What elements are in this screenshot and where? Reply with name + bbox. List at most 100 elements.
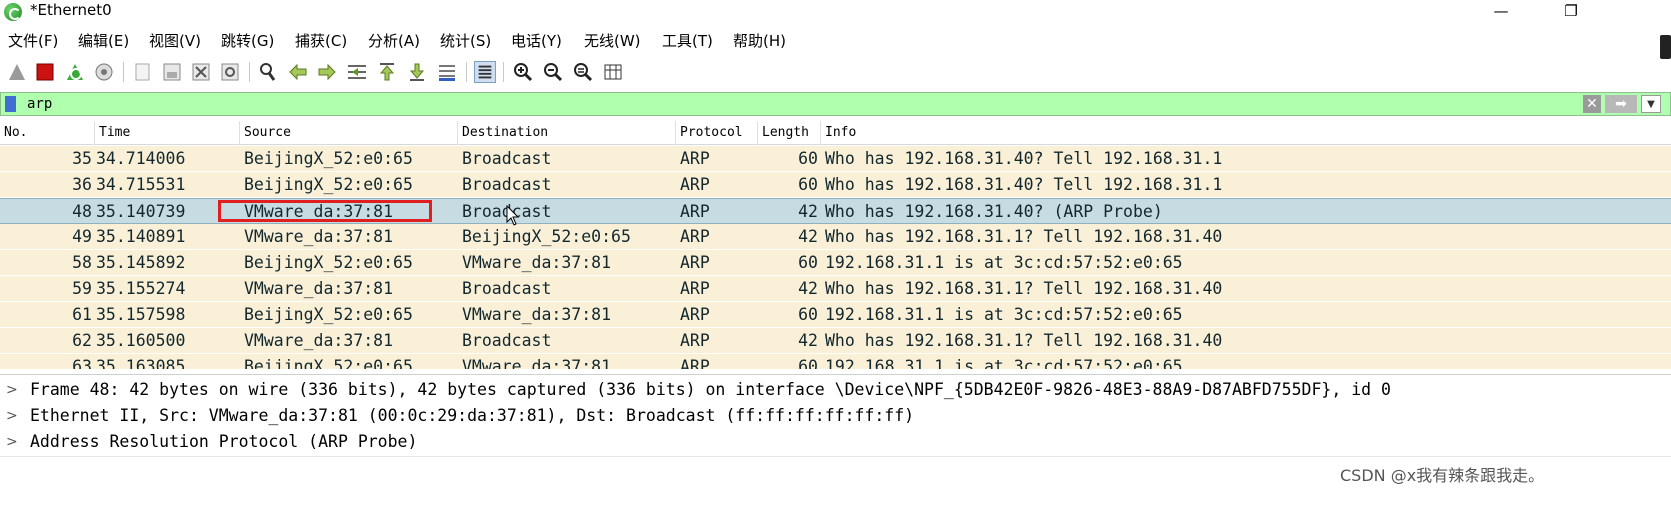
filter-bookmark-icon[interactable]	[5, 96, 16, 112]
packet-protocol: ARP	[680, 175, 710, 194]
open-file-icon[interactable]	[132, 61, 154, 83]
packet-row[interactable]: 58 35.145892 BeijingX_52:e0:65 VMware_da…	[0, 250, 1671, 276]
menu-telephony[interactable]: 电话(Y)	[511, 30, 562, 51]
side-scroll-handle[interactable]	[1660, 35, 1671, 59]
packet-protocol: ARP	[680, 357, 710, 369]
toolbar-separator	[503, 62, 504, 82]
packet-row[interactable]: 36 34.715531 BeijingX_52:e0:65 Broadcast…	[0, 172, 1671, 198]
column-header-protocol[interactable]: Protocol	[676, 121, 758, 145]
go-forward-icon[interactable]	[316, 61, 338, 83]
packet-row[interactable]: 59 35.155274 VMware_da:37:81 Broadcast A…	[0, 276, 1671, 302]
packet-info: Who has 192.168.31.40? (ARP Probe)	[825, 202, 1163, 221]
menu-statistics[interactable]: 统计(S)	[440, 30, 491, 51]
save-file-icon[interactable]	[161, 61, 183, 83]
reload-file-icon[interactable]	[219, 61, 241, 83]
packet-destination: Broadcast	[462, 149, 552, 168]
packet-destination: Broadcast	[462, 175, 552, 194]
menu-analyze[interactable]: 分析(A)	[368, 30, 420, 51]
menu-help[interactable]: 帮助(H)	[733, 30, 786, 51]
detail-tree-item-frame[interactable]: > Frame 48: 42 bytes on wire (336 bits),…	[0, 377, 1671, 403]
display-filter-bar: ✕ ➡ ▼	[0, 92, 1671, 116]
normal-size-icon[interactable]	[572, 61, 594, 83]
expand-chevron-icon[interactable]: >	[6, 377, 18, 403]
packet-list[interactable]: No. Time Source Destination Protocol Len…	[0, 121, 1671, 369]
column-header-info[interactable]: Info	[821, 121, 1671, 145]
packet-destination: Broadcast	[462, 279, 552, 298]
packet-length: 60	[798, 357, 818, 369]
packet-no: 36	[72, 175, 92, 194]
packet-row[interactable]: 62 35.160500 VMware_da:37:81 Broadcast A…	[0, 328, 1671, 354]
watermark: CSDN @x我有辣条跟我走。	[1340, 466, 1545, 485]
menu-edit[interactable]: 编辑(E)	[78, 30, 129, 51]
packet-info: 192.168.31.1 is at 3c:cd:57:52:e0:65	[825, 357, 1183, 369]
maximize-button[interactable]: ❐	[1548, 0, 1594, 24]
packet-row[interactable]: 61 35.157598 BeijingX_52:e0:65 VMware_da…	[0, 302, 1671, 328]
shark-fin-start-icon[interactable]	[6, 61, 28, 83]
minimize-button[interactable]: —	[1478, 0, 1524, 24]
packet-length: 60	[798, 175, 818, 194]
go-to-packet-icon[interactable]	[346, 61, 368, 83]
packet-time: 35.155274	[96, 279, 186, 298]
expand-chevron-icon[interactable]: >	[6, 429, 18, 455]
source-highlight-annotation	[218, 200, 432, 222]
title-bar: *Ethernet0 — ❐	[0, 0, 1671, 24]
expand-chevron-icon[interactable]: >	[6, 403, 18, 429]
column-header-source[interactable]: Source	[240, 121, 458, 145]
packet-no: 49	[72, 227, 92, 246]
colorize-icon[interactable]	[474, 61, 496, 83]
column-header-length[interactable]: Length	[758, 121, 821, 145]
detail-tree-item-ethernet[interactable]: > Ethernet II, Src: VMware_da:37:81 (00:…	[0, 403, 1671, 429]
find-packet-icon[interactable]	[257, 61, 279, 83]
last-packet-icon[interactable]	[406, 61, 428, 83]
packet-info: Who has 192.168.31.1? Tell 192.168.31.40	[825, 279, 1223, 298]
menu-capture[interactable]: 捕获(C)	[295, 30, 347, 51]
column-header-no[interactable]: No.	[0, 121, 95, 145]
packet-time: 35.140891	[96, 227, 186, 246]
capture-options-icon[interactable]	[93, 61, 115, 83]
display-filter-input[interactable]	[27, 95, 1447, 113]
apply-filter-button[interactable]: ➡	[1605, 95, 1637, 113]
detail-text: Frame 48: 42 bytes on wire (336 bits), 4…	[30, 380, 1391, 399]
packet-list-header: No. Time Source Destination Protocol Len…	[0, 121, 1671, 145]
window-title: *Ethernet0	[30, 1, 112, 19]
packet-no: 63	[72, 357, 92, 369]
toolbar-separator	[466, 62, 467, 82]
zoom-out-icon[interactable]	[542, 61, 564, 83]
filter-history-dropdown[interactable]: ▼	[1641, 95, 1661, 113]
menu-wireless[interactable]: 无线(W)	[584, 30, 641, 51]
detail-tree-item-arp[interactable]: > Address Resolution Protocol (ARP Probe…	[0, 429, 1671, 455]
menu-file[interactable]: 文件(F)	[8, 30, 58, 51]
packet-no: 61	[72, 305, 92, 324]
packet-destination: Broadcast	[462, 331, 552, 350]
close-file-icon[interactable]	[190, 61, 212, 83]
menu-go[interactable]: 跳转(G)	[221, 30, 274, 51]
resize-columns-icon[interactable]	[602, 61, 624, 83]
toolbar-separator	[123, 62, 124, 82]
menu-view[interactable]: 视图(V)	[149, 30, 201, 51]
menu-tools[interactable]: 工具(T)	[662, 30, 713, 51]
restart-capture-icon[interactable]	[64, 61, 86, 83]
go-back-icon[interactable]	[287, 61, 309, 83]
packet-source: VMware_da:37:81	[244, 227, 394, 246]
packet-protocol: ARP	[680, 305, 710, 324]
packet-source: VMware_da:37:81	[244, 279, 394, 298]
zoom-in-icon[interactable]	[512, 61, 534, 83]
packet-length: 42	[798, 202, 818, 221]
packet-row[interactable]: 63 35.163085 BeijingX_52:e0:65 VMware_da…	[0, 354, 1671, 369]
stop-capture-icon[interactable]	[34, 61, 56, 83]
column-header-time[interactable]: Time	[95, 121, 240, 145]
first-packet-icon[interactable]	[376, 61, 398, 83]
clear-filter-button[interactable]: ✕	[1583, 95, 1601, 113]
packet-length: 60	[798, 149, 818, 168]
column-header-destination[interactable]: Destination	[458, 121, 676, 145]
packet-source: VMware_da:37:81	[244, 331, 394, 350]
packet-source: BeijingX_52:e0:65	[244, 357, 413, 369]
packet-no: 48	[72, 202, 92, 221]
packet-source: BeijingX_52:e0:65	[244, 175, 413, 194]
packet-row[interactable]: 35 34.714006 BeijingX_52:e0:65 Broadcast…	[0, 146, 1671, 172]
auto-scroll-icon[interactable]	[436, 61, 458, 83]
packet-row[interactable]: 49 35.140891 VMware_da:37:81 BeijingX_52…	[0, 224, 1671, 250]
packet-protocol: ARP	[680, 149, 710, 168]
packet-time: 35.163085	[96, 357, 186, 369]
packet-destination: VMware_da:37:81	[462, 253, 612, 272]
